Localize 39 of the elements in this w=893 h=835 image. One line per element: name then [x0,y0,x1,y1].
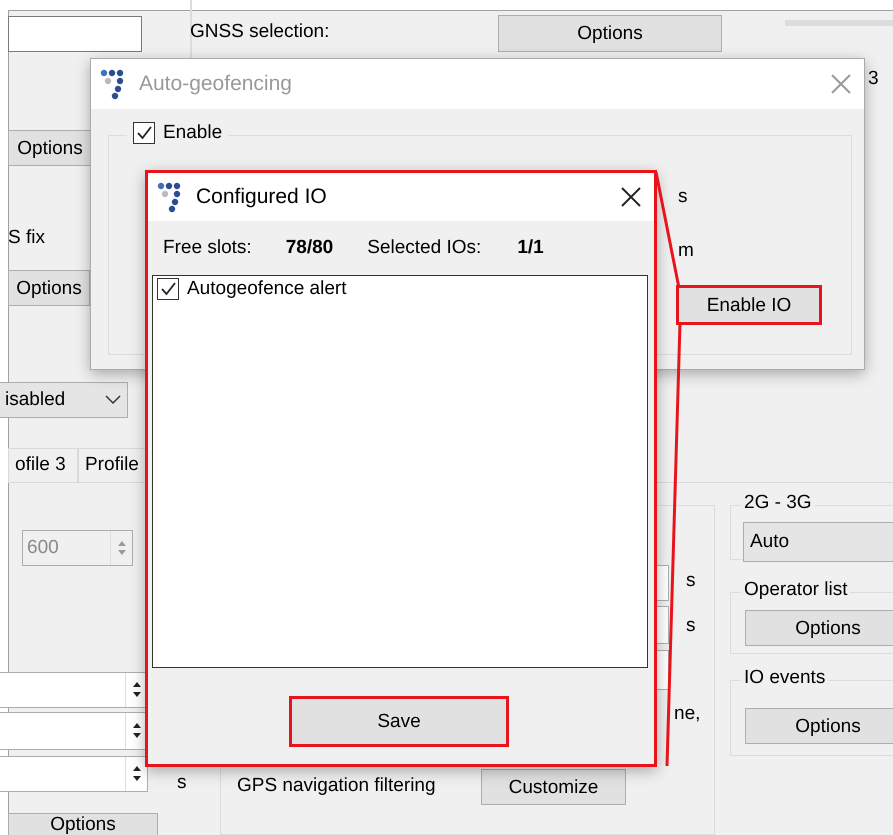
enable-io-button[interactable]: Enable IO [678,287,820,323]
save-button[interactable]: Save [291,698,507,745]
dropdown-value: Auto [750,530,790,554]
dropdown-value: isabled [5,388,66,412]
options-button[interactable]: Options [745,708,893,744]
unit-label: s [678,186,688,209]
label-text: GPS navigation filtering [237,775,436,798]
label-text: GNSS selection: [190,21,330,44]
window-title: Auto-geofencing [139,71,292,98]
list-item-label: Autogeofence alert [187,278,347,301]
checkbox[interactable] [133,122,155,144]
label-text: S fix [8,227,45,250]
options-button[interactable]: Options [498,15,722,52]
unit-label: m [678,240,694,263]
dropdown[interactable]: Auto [743,522,893,562]
value-text: 1/1 [517,236,544,260]
checkbox-label: Enable [163,122,222,145]
options-button[interactable]: Options [8,813,158,835]
group-title: Operator list [741,579,850,602]
chevron-down-icon [105,395,121,405]
window-title: Configured IO [196,184,327,210]
field-value: 600 [26,536,59,560]
customize-button[interactable]: Customize [481,769,626,805]
io-list[interactable]: Autogeofence alert [152,275,648,668]
label-text: Selected IOs: [367,236,482,260]
tab[interactable]: ofile 3 [8,448,78,482]
label-text: s [177,772,186,795]
options-button[interactable]: Options [745,610,893,646]
label-text: ne, [674,703,700,726]
options-button[interactable]: Options [8,130,92,166]
text-field[interactable] [8,16,142,52]
value-text: 78/80 [286,236,334,260]
label-text: 3 [868,68,879,91]
label-text: s [686,570,696,593]
label-text: Free slots: [163,236,252,260]
options-button[interactable]: Options [8,270,90,306]
dropdown[interactable]: isabled [0,382,128,418]
label-text: s [686,615,696,638]
checkbox[interactable] [157,278,179,300]
